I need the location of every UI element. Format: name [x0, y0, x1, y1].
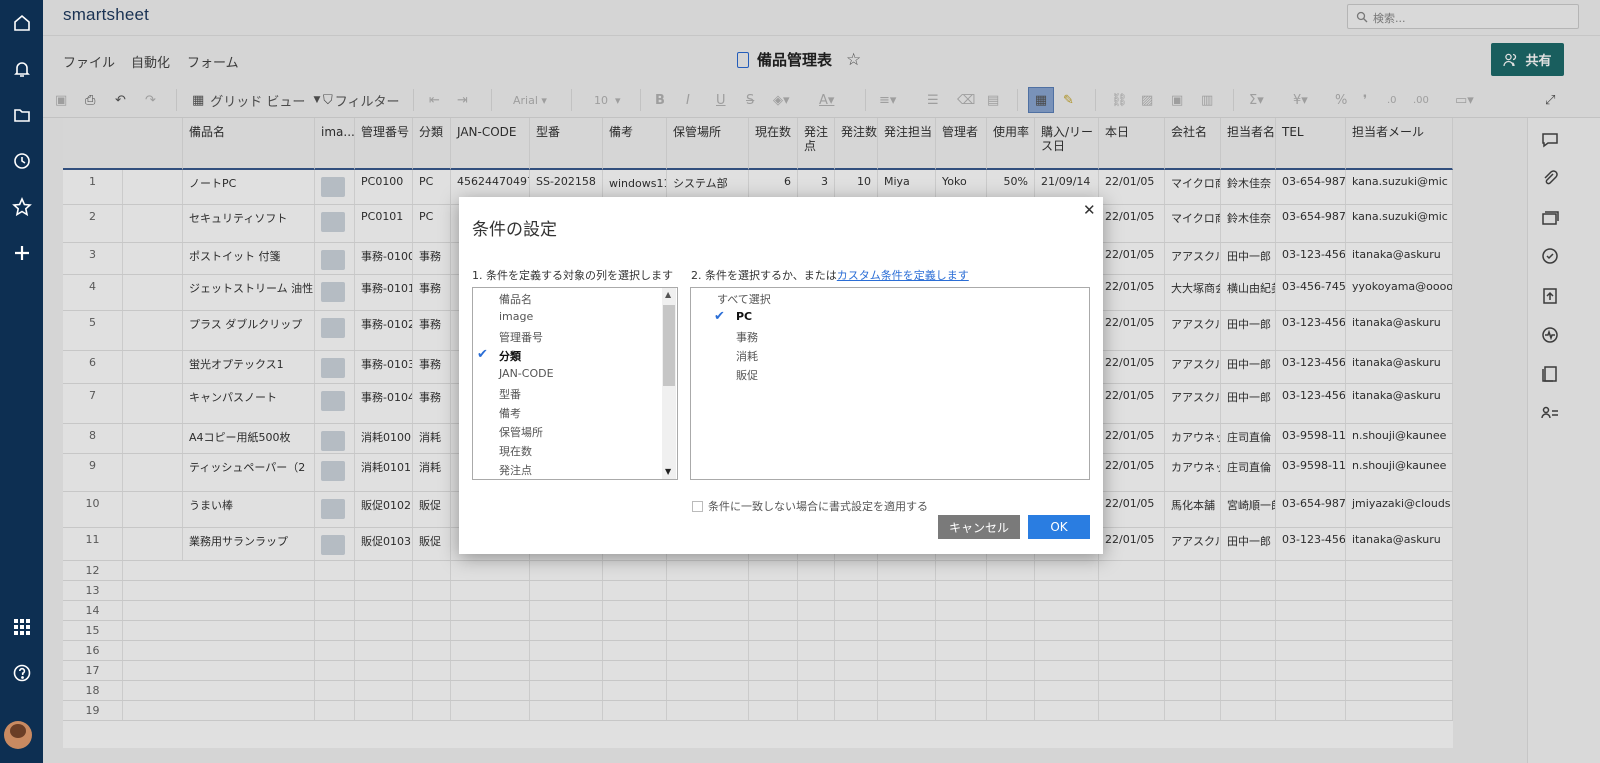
help-icon[interactable]: [7, 658, 37, 688]
favorites-star-icon[interactable]: [7, 192, 37, 222]
column-option[interactable]: 備考: [499, 405, 521, 421]
dialog-title: 条件の設定: [472, 220, 557, 240]
home-icon[interactable]: [7, 8, 37, 38]
condition-option[interactable]: 消耗: [736, 348, 758, 364]
left-navigation: [0, 0, 43, 763]
column-option[interactable]: JAN-CODE: [499, 367, 554, 380]
column-option-label: 備品名: [499, 293, 532, 306]
apps-grid-icon[interactable]: [7, 612, 37, 642]
condition-option[interactable]: PC ✔: [714, 309, 753, 324]
checkmark-icon: ✔: [714, 309, 725, 324]
notification-bell-icon[interactable]: [7, 54, 37, 84]
column-option-label: 型番: [499, 388, 521, 401]
condition-option-label: すべて選択: [717, 293, 771, 306]
column-option-label: 発注点: [499, 464, 532, 477]
column-option[interactable]: 保管場所: [499, 424, 543, 440]
column-listbox[interactable]: ▲ ▼ 備品名 image 管理番号分類 ✔ JAN-CODE 型番備考保管場所現在数発注…: [472, 287, 678, 480]
condition-option[interactable]: 販促: [736, 367, 758, 383]
column-option[interactable]: 分類 ✔: [477, 347, 521, 364]
user-avatar[interactable]: [4, 721, 32, 749]
column-option-label: 現在数: [499, 445, 532, 458]
folder-icon[interactable]: [7, 100, 37, 130]
condition-listbox[interactable]: すべて選択 PC ✔ 事務消耗販促: [690, 287, 1090, 480]
checkmark-icon: ✔: [477, 347, 488, 362]
create-plus-icon[interactable]: [7, 238, 37, 268]
scroll-down-icon[interactable]: ▼: [665, 467, 671, 476]
condition-option[interactable]: 事務: [736, 329, 758, 345]
apply-nonmatch-option[interactable]: 条件に一致しない場合に書式設定を適用する: [692, 498, 928, 514]
ok-button[interactable]: OK: [1028, 515, 1090, 539]
column-option-label: 備考: [499, 407, 521, 420]
cancel-button[interactable]: キャンセル: [938, 515, 1020, 539]
column-option[interactable]: 発注点: [499, 462, 532, 478]
conditional-format-dialog: 条件の設定 ✕ 1. 条件を定義する対象の列を選択します 2. 条件を選択するか…: [459, 197, 1103, 554]
scrollbar-thumb[interactable]: [663, 305, 675, 386]
column-option[interactable]: image: [499, 310, 533, 323]
column-option[interactable]: 型番: [499, 386, 521, 402]
column-option-label: 分類: [499, 350, 521, 363]
column-option-label: JAN-CODE: [499, 367, 554, 380]
column-option-label: image: [499, 310, 534, 323]
custom-condition-link[interactable]: カスタム条件を定義します: [837, 269, 969, 282]
column-option[interactable]: 現在数: [499, 443, 532, 459]
condition-option-label: PC: [736, 310, 753, 323]
column-option[interactable]: 備品名: [499, 291, 532, 307]
step2-text: 2. 条件を選択するか、または: [691, 269, 837, 282]
select-all-option[interactable]: すべて選択: [717, 291, 771, 307]
condition-option-label: 消耗: [736, 350, 758, 363]
close-icon[interactable]: ✕: [1083, 201, 1096, 219]
apply-nonmatch-label: 条件に一致しない場合に書式設定を適用する: [708, 500, 928, 513]
column-option[interactable]: 管理番号: [499, 329, 543, 345]
scroll-up-icon[interactable]: ▲: [665, 290, 671, 299]
column-option-label: 管理番号: [499, 331, 543, 344]
step1-label: 1. 条件を定義する対象の列を選択します: [472, 269, 673, 282]
step2-label: 2. 条件を選択するか、またはカスタム条件を定義します: [691, 267, 969, 283]
apply-nonmatch-checkbox[interactable]: [692, 500, 703, 512]
column-option-label: 保管場所: [499, 426, 543, 439]
condition-option-label: 事務: [736, 331, 758, 344]
recent-clock-icon[interactable]: [7, 146, 37, 176]
condition-option-label: 販促: [736, 369, 758, 382]
